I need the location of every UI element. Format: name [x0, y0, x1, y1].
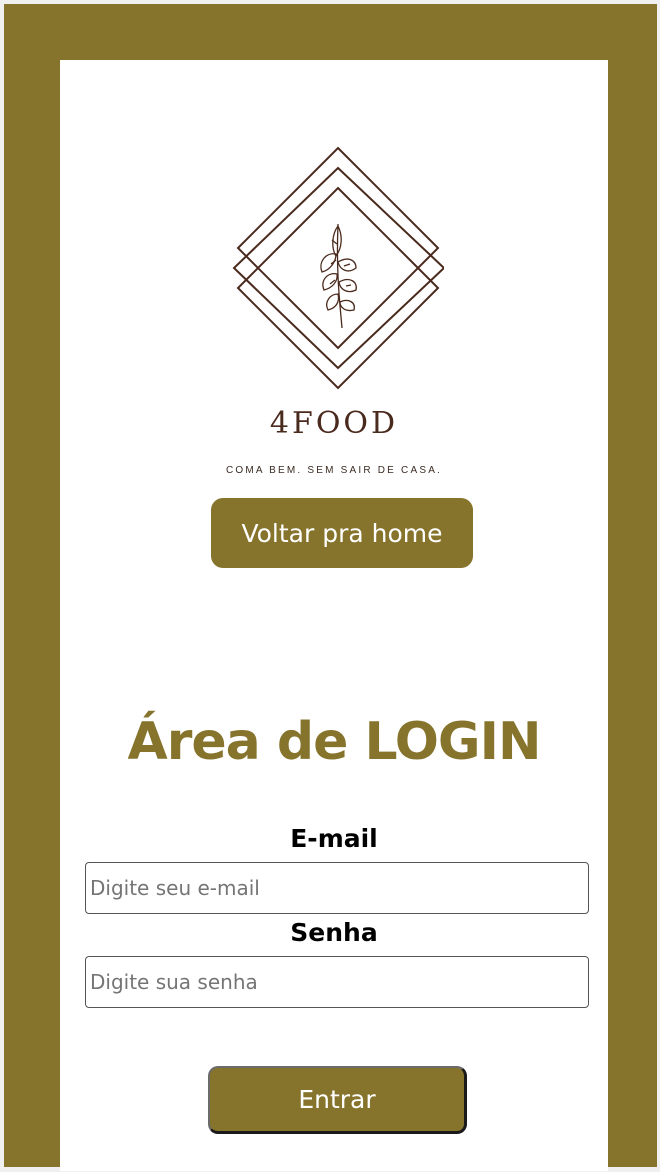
- back-home-button[interactable]: Voltar pra home: [211, 498, 473, 568]
- brand-logo: 4FOOD COMA BEM. SEM SAIR DE CASA.: [60, 60, 608, 490]
- password-label: Senha: [290, 918, 378, 947]
- password-field[interactable]: [85, 956, 589, 1008]
- page-title: Área de LOGIN: [127, 712, 542, 772]
- brand-tagline: COMA BEM. SEM SAIR DE CASA.: [225, 465, 443, 476]
- login-card: 4FOOD COMA BEM. SEM SAIR DE CASA. Voltar…: [60, 60, 608, 1171]
- email-label: E-mail: [290, 824, 378, 853]
- brand-name: 4FOOD: [269, 406, 399, 441]
- page-frame: 4FOOD COMA BEM. SEM SAIR DE CASA. Voltar…: [4, 4, 657, 1171]
- wheat-sprig-diamond-logo-icon: [232, 146, 444, 390]
- email-field[interactable]: [85, 862, 589, 914]
- submit-button[interactable]: Entrar: [208, 1066, 467, 1134]
